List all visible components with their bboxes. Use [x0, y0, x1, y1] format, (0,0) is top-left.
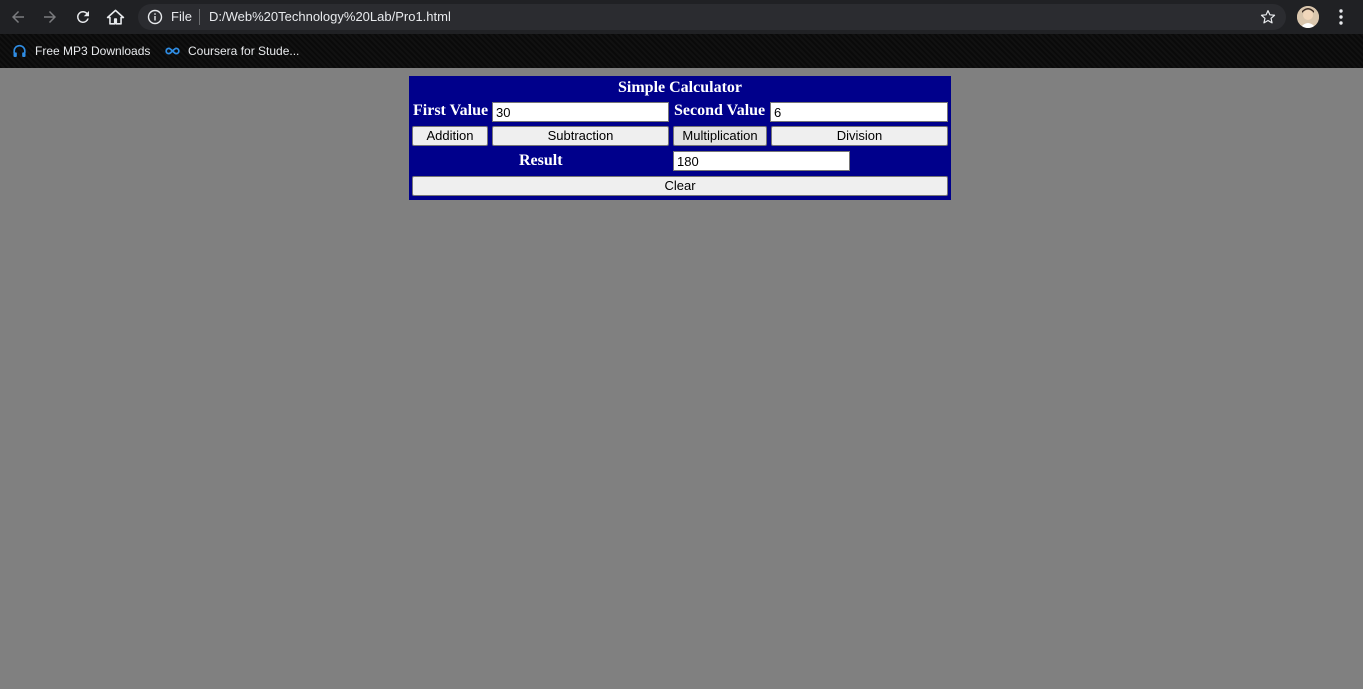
coursera-infinity-icon [165, 47, 180, 55]
calculator-panel: Simple Calculator First Value Second Val… [409, 76, 951, 200]
second-value-input[interactable] [770, 102, 948, 122]
forward-arrow-icon[interactable] [38, 5, 62, 29]
back-arrow-icon[interactable] [6, 5, 30, 29]
bookmarks-bar: Free MP3 Downloads Coursera for Stude... [0, 34, 1363, 68]
bookmark-label: Coursera for Stude... [188, 44, 300, 58]
url-text[interactable]: D:/Web%20Technology%20Lab/Pro1.html [209, 9, 451, 25]
browser-chrome: File D:/Web%20Technology%20Lab/Pro1.html… [0, 0, 1363, 68]
avatar[interactable] [1297, 6, 1319, 28]
first-value-input[interactable] [492, 102, 669, 122]
addition-button[interactable]: Addition [412, 126, 488, 146]
browser-toolbar: File D:/Web%20Technology%20Lab/Pro1.html [0, 0, 1363, 34]
headphones-icon [13, 44, 26, 57]
bookmark-coursera[interactable]: Coursera for Stude... [164, 42, 299, 60]
result-label: Result [519, 152, 563, 169]
more-vert-icon[interactable] [1333, 8, 1349, 26]
scheme-label: File [171, 9, 192, 24]
bookmark-label: Free MP3 Downloads [35, 44, 151, 58]
info-icon[interactable] [147, 9, 163, 25]
multiplication-button[interactable]: Multiplication [673, 126, 767, 146]
result-output[interactable] [673, 151, 850, 171]
address-divider [199, 9, 200, 25]
clear-button[interactable]: Clear [412, 176, 948, 196]
division-button[interactable]: Division [771, 126, 948, 146]
address-bar[interactable]: File D:/Web%20Technology%20Lab/Pro1.html [138, 4, 1286, 30]
calculator-title: Simple Calculator [618, 79, 742, 96]
first-value-label: First Value [413, 102, 489, 119]
reload-icon[interactable] [71, 5, 95, 29]
subtraction-button[interactable]: Subtraction [492, 126, 669, 146]
star-icon[interactable] [1259, 8, 1277, 26]
second-value-label: Second Value [674, 102, 766, 119]
home-icon[interactable] [103, 5, 127, 29]
bookmark-free-mp3[interactable]: Free MP3 Downloads [11, 42, 150, 60]
